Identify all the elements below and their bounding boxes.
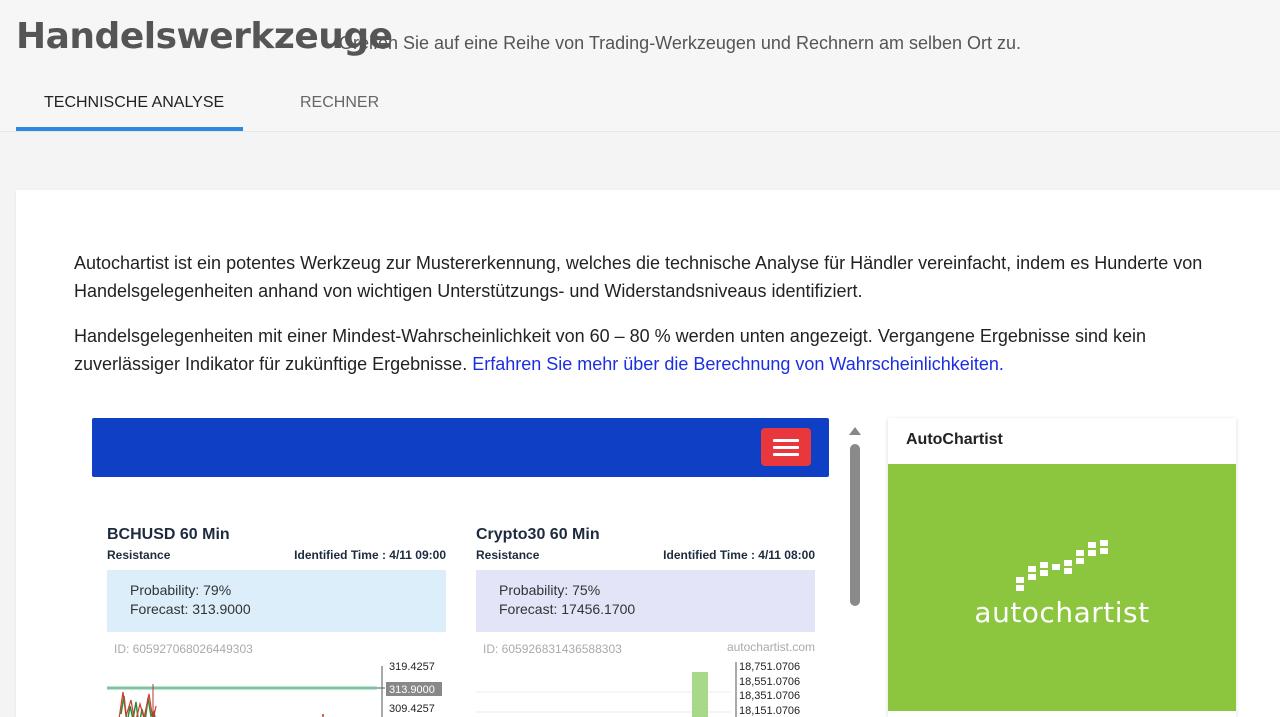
opportunity-time: Identified Time : 4/11 08:00 <box>663 548 815 562</box>
probability-info-link[interactable]: Erfahren Sie mehr über die Berechnung vo… <box>472 354 1004 374</box>
tab-calculators[interactable]: RECHNER <box>300 94 379 112</box>
page-header: Handelswerkzeuge Greifen Sie auf eine Re… <box>0 0 1280 132</box>
opportunity-time: Identified Time : 4/11 09:00 <box>294 548 446 562</box>
autochartist-watermark: autochartist.com <box>726 640 815 654</box>
autochartist-logo-text: autochartist <box>974 596 1150 629</box>
widget-topbar <box>92 418 829 477</box>
scroll-up-arrow-icon[interactable] <box>849 427 861 435</box>
opportunity-forecast: Forecast: 17456.1700 <box>499 601 636 617</box>
active-tab-indicator <box>16 127 243 131</box>
opportunity-symbol: Crypto30 60 Min <box>476 526 600 543</box>
opportunity-symbol: BCHUSD 60 Min <box>107 526 230 543</box>
autochartist-sidebar-card[interactable]: AutoChartist autochartist <box>888 418 1236 717</box>
autochartist-logo-icon <box>1016 540 1108 591</box>
hamburger-menu-icon[interactable] <box>761 428 811 466</box>
opportunity-probability: Probability: 79% <box>130 582 232 598</box>
page-subtitle: Greifen Sie auf eine Reihe von Trading-W… <box>339 33 1022 53</box>
opportunity-probability: Probability: 75% <box>499 582 601 598</box>
page-title: Handelswerkzeuge <box>16 16 393 57</box>
opportunity-type: Resistance <box>476 548 540 562</box>
price-label: 319.4257 <box>389 661 435 673</box>
price-label: 18,751.0706 <box>739 661 800 673</box>
tab-technical-analysis[interactable]: TECHNISCHE ANALYSE <box>44 94 224 112</box>
price-label: 18,351.0706 <box>739 690 800 702</box>
price-label: 18,551.0706 <box>739 676 800 688</box>
opportunity-chart: 319.4257 313.9000 309.4257 <box>107 654 446 717</box>
sidebar-card-title: AutoChartist <box>906 431 1003 448</box>
forecast-zone <box>692 672 708 717</box>
opportunity-type: Resistance <box>107 548 171 562</box>
opportunity-summary: Probability: 79% Forecast: 313.9000 <box>107 570 446 632</box>
intro-paragraph: Autochartist ist ein potentes Werkzeug z… <box>74 253 1203 301</box>
widget-scrollbar-thumb[interactable] <box>850 444 860 606</box>
opportunity-summary: Probability: 75% Forecast: 17456.1700 <box>476 570 815 632</box>
autochartist-logo[interactable]: autochartist <box>888 464 1236 711</box>
probability-paragraph: Handelsgelegenheiten mit einer Mindest-W… <box>74 322 1254 378</box>
price-label: 313.9000 <box>389 684 435 696</box>
price-label: 18,151.0706 <box>739 705 800 717</box>
price-label: 309.4257 <box>389 703 435 715</box>
autochartist-widget: BCHUSD 60 Min Resistance Identified Time… <box>92 418 831 717</box>
opportunity-forecast: Forecast: 313.9000 <box>130 601 251 617</box>
opportunity-chart: 18,751.0706 18,551.0706 18,351.0706 18,1… <box>476 654 815 717</box>
